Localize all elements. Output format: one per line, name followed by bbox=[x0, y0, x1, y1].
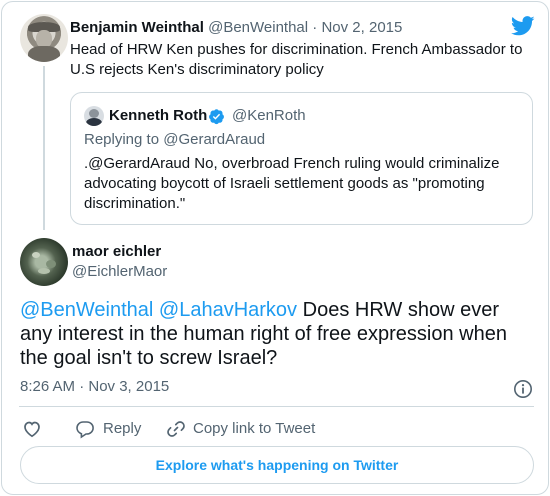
mention-link[interactable]: @LahavHarkov bbox=[159, 299, 297, 321]
quoted-author-name[interactable]: Kenneth Roth bbox=[109, 107, 207, 125]
reply-bubble-icon[interactable] bbox=[75, 419, 95, 439]
author-handle[interactable]: @BenWeinthal bbox=[208, 19, 308, 36]
avatar[interactable] bbox=[20, 14, 68, 62]
explore-twitter-button[interactable]: Explore what's happening on Twitter bbox=[20, 446, 534, 484]
tweet-actions: Reply Copy link to Tweet bbox=[20, 419, 535, 439]
main-tweet-text: @BenWeinthal @LahavHarkov Does HRW show … bbox=[20, 298, 535, 370]
heart-icon[interactable] bbox=[22, 419, 42, 439]
copy-link-button[interactable]: Copy link to Tweet bbox=[193, 420, 315, 438]
thread-connector-line bbox=[43, 66, 45, 230]
divider bbox=[19, 406, 534, 407]
quoted-author-handle[interactable]: @KenRoth bbox=[232, 107, 306, 125]
avatar[interactable] bbox=[84, 106, 104, 126]
twitter-bird-icon[interactable] bbox=[511, 16, 535, 36]
link-icon[interactable] bbox=[166, 419, 186, 439]
main-author-handle[interactable]: @EichlerMaor bbox=[72, 263, 167, 281]
mention-link[interactable]: @BenWeinthal bbox=[20, 299, 153, 321]
parent-tweet-header: Benjamin Weinthal @BenWeinthal · Nov 2, … bbox=[70, 19, 402, 37]
tweet-date[interactable]: Nov 2, 2015 bbox=[321, 19, 402, 36]
parent-tweet-text: Head of HRW Ken pushes for discriminatio… bbox=[70, 41, 523, 78]
info-icon[interactable] bbox=[513, 379, 533, 399]
quoted-tweet-text: .@GerardAraud No, overbroad French rulin… bbox=[84, 155, 500, 212]
embedded-tweet-card: Benjamin Weinthal @BenWeinthal · Nov 2, … bbox=[1, 1, 549, 495]
author-name[interactable]: Benjamin Weinthal bbox=[70, 19, 204, 36]
replying-to-label: Replying to @GerardAraud bbox=[84, 131, 266, 148]
separator-dot: · bbox=[312, 19, 318, 36]
quoted-tweet[interactable]: Kenneth Roth @KenRoth Replying to @Gerar… bbox=[70, 92, 533, 225]
verified-badge-icon bbox=[209, 109, 224, 125]
avatar[interactable] bbox=[20, 238, 68, 286]
reply-button[interactable]: Reply bbox=[103, 420, 141, 438]
tweet-timestamp[interactable]: 8:26 AM · Nov 3, 2015 bbox=[20, 378, 169, 396]
main-author-name[interactable]: maor eichler bbox=[72, 243, 161, 261]
